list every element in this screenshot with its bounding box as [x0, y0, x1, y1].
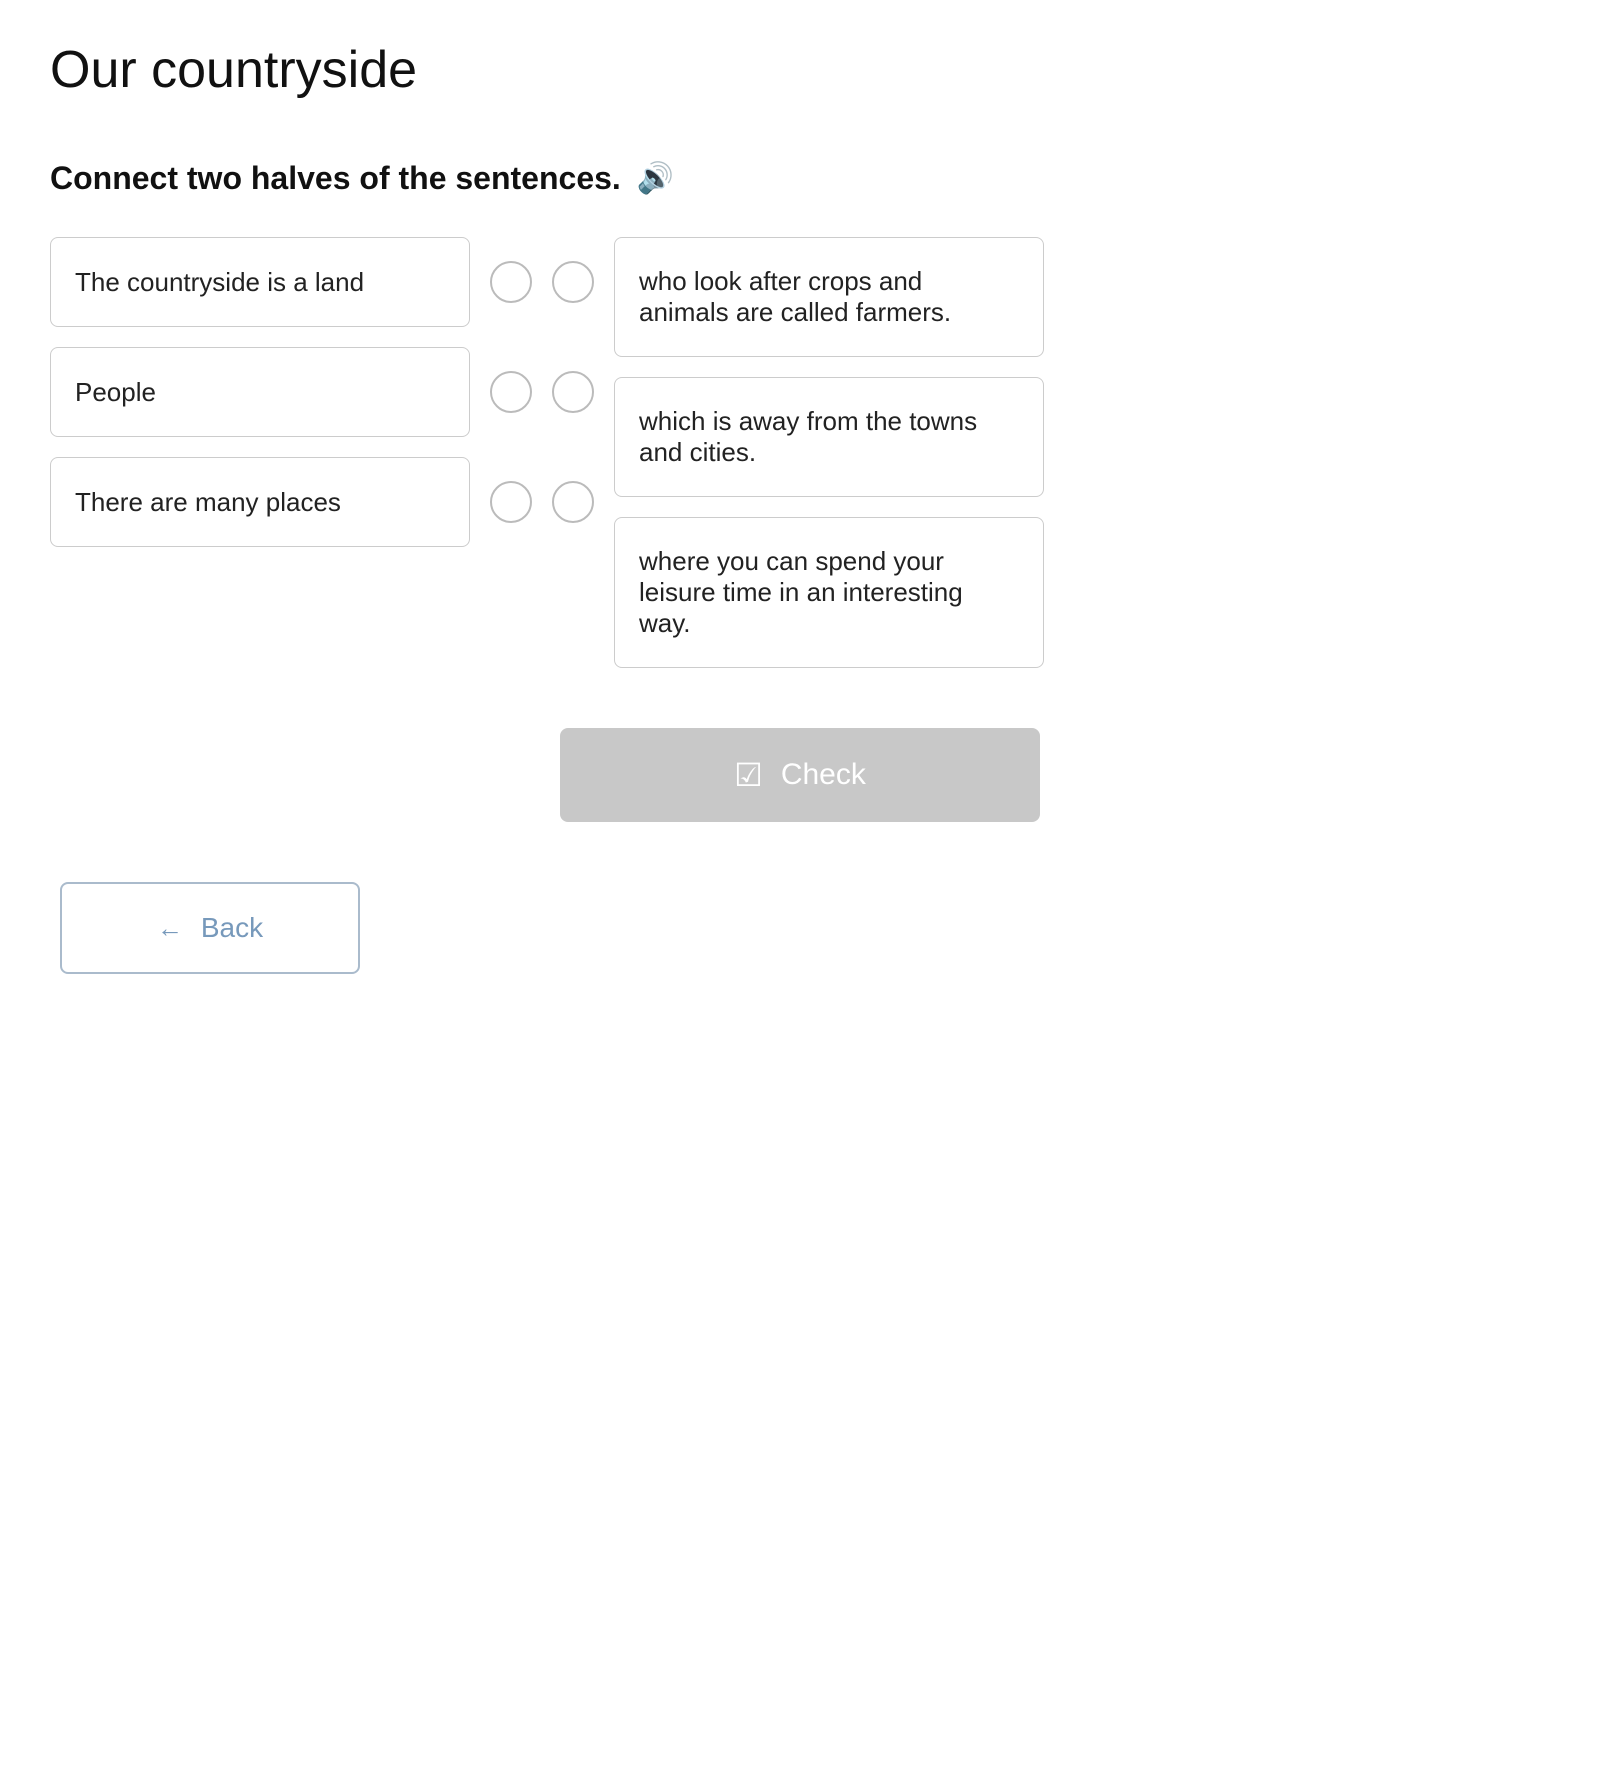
- sentence-box-3: There are many places: [50, 457, 470, 547]
- left-column: The countryside is a land People There a…: [50, 237, 470, 547]
- radio-spacer-right-3: [552, 457, 594, 547]
- audio-icon[interactable]: 🔊: [637, 161, 674, 196]
- right-radio-column: [552, 237, 594, 547]
- radio-left-1[interactable]: [490, 261, 532, 303]
- answer-box-1: who look after crops and animals are cal…: [614, 237, 1044, 357]
- check-button-row: ☑ Check: [50, 728, 1550, 882]
- answer-box-2: which is away from the towns and cities.: [614, 377, 1044, 497]
- sentence-box-2: People: [50, 347, 470, 437]
- sentence-box-1: The countryside is a land: [50, 237, 470, 327]
- back-button-label: Back: [201, 912, 263, 944]
- radio-spacer-right-2: [552, 347, 594, 437]
- page-title: Our countryside: [50, 40, 1550, 100]
- check-button[interactable]: ☑ Check: [560, 728, 1040, 822]
- instruction-row: Connect two halves of the sentences. 🔊: [50, 160, 1550, 197]
- radio-right-1[interactable]: [552, 261, 594, 303]
- radio-spacer-left-2: [490, 347, 532, 437]
- radio-spacer-left-1: [490, 237, 532, 327]
- right-column: who look after crops and animals are cal…: [614, 237, 1044, 668]
- radio-right-2[interactable]: [552, 371, 594, 413]
- check-button-label: Check: [781, 758, 866, 792]
- check-icon: ☑: [734, 756, 763, 794]
- radio-left-2[interactable]: [490, 371, 532, 413]
- radio-spacer-left-3: [490, 457, 532, 547]
- left-radio-column: [490, 237, 532, 547]
- radio-left-3[interactable]: [490, 481, 532, 523]
- instruction-text: Connect two halves of the sentences.: [50, 160, 621, 197]
- answer-box-3: where you can spend your leisure time in…: [614, 517, 1044, 668]
- back-button-row: ← Back: [50, 882, 1550, 974]
- exercise-area: The countryside is a land People There a…: [50, 237, 1550, 668]
- back-arrow-icon: ←: [157, 913, 183, 944]
- radio-right-3[interactable]: [552, 481, 594, 523]
- radio-spacer-right-1: [552, 237, 594, 327]
- back-button[interactable]: ← Back: [60, 882, 360, 974]
